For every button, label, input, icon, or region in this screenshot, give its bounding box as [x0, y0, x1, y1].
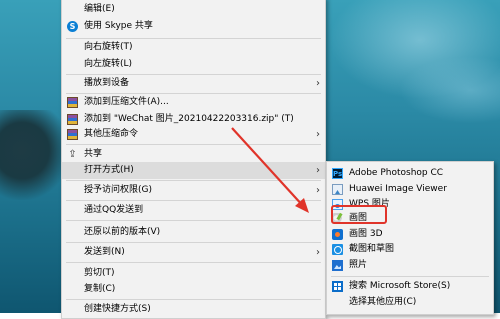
menu-item-send-to[interactable]: 发送到(N) › [62, 244, 325, 261]
menu-item-skype-share[interactable]: S 使用 Skype 共享 [62, 18, 325, 35]
menu-item-share[interactable]: ⇪ 共享 [62, 146, 325, 163]
app-label: 截图和草图 [349, 244, 395, 254]
submenu-arrow-icon: › [316, 165, 320, 176]
menu-item-label: 播放到设备 [84, 78, 130, 88]
archive-icon [67, 97, 78, 108]
menu-item-label: 复制(C) [84, 284, 116, 294]
submenu-arrow-icon: › [316, 78, 320, 89]
menu-item-label: 发送到(N) [84, 247, 125, 257]
highlight-box [331, 205, 387, 224]
menu-item-label: 创建快捷方式(S) [84, 304, 151, 314]
menu-item-rotate-left[interactable]: 向左旋转(L) [62, 56, 325, 73]
menu-item-label: 打开方式(H) [84, 165, 134, 175]
menu-item-label: 其他压缩命令 [84, 129, 139, 139]
menu-item-search-store[interactable]: 搜索 Microsoft Store(S) [327, 278, 493, 295]
menu-item-cast-to-device[interactable]: 播放到设备 › [62, 75, 325, 92]
menu-item-label: 添加到压缩文件(A)... [84, 97, 169, 107]
menu-item-label: 向右旋转(T) [84, 42, 133, 52]
menu-separator [66, 180, 321, 181]
context-menu: 编辑(E) S 使用 Skype 共享 向右旋转(T) 向左旋转(L) 播放到设… [61, 0, 326, 319]
menu-separator [66, 200, 321, 201]
menu-item-open-with[interactable]: 打开方式(H) › [62, 162, 325, 179]
snip-sketch-icon [332, 244, 343, 255]
share-icon: ⇪ [68, 149, 77, 160]
archive-icon [67, 114, 78, 125]
skype-icon: S [67, 21, 78, 32]
app-snip-sketch[interactable]: 截图和草图 [327, 241, 493, 258]
menu-item-label: 共享 [84, 149, 103, 159]
menu-separator [66, 262, 321, 263]
app-photoshop[interactable]: Ps Adobe Photoshop CC [327, 165, 493, 182]
menu-item-create-shortcut[interactable]: 创建快捷方式(S) [62, 301, 325, 318]
menu-item-label: 通过QQ发送到 [84, 205, 144, 215]
menu-separator [331, 276, 489, 277]
app-label: 选择其他应用(C) [349, 297, 417, 307]
menu-separator [66, 299, 321, 300]
menu-item-rotate-right[interactable]: 向右旋转(T) [62, 39, 325, 56]
menu-item-copy[interactable]: 复制(C) [62, 281, 325, 298]
menu-item-other-compress[interactable]: 其他压缩命令 › [62, 126, 325, 143]
menu-item-label: 还原以前的版本(V) [84, 227, 161, 237]
menu-item-restore-previous[interactable]: 还原以前的版本(V) [62, 224, 325, 241]
photos-icon [332, 260, 343, 271]
paint-3d-icon [332, 229, 343, 240]
app-label: 照片 [349, 260, 368, 270]
app-label: Adobe Photoshop CC [349, 168, 444, 178]
archive-icon [67, 129, 78, 140]
menu-separator [66, 220, 321, 221]
submenu-arrow-icon: › [316, 185, 320, 196]
menu-item-label: 向左旋转(L) [84, 59, 133, 69]
menu-item-label: 编辑(E) [84, 4, 115, 14]
store-icon [332, 281, 343, 292]
image-viewer-icon [332, 184, 343, 195]
background-elephant [0, 110, 70, 200]
menu-item-choose-other-app[interactable]: 选择其他应用(C) [327, 294, 493, 311]
menu-separator [66, 144, 321, 145]
menu-item-label: 剪切(T) [84, 268, 115, 278]
menu-item-edit[interactable]: 编辑(E) [62, 1, 325, 18]
photoshop-icon: Ps [332, 168, 343, 179]
menu-item-send-via-qq[interactable]: 通过QQ发送到 [62, 202, 325, 219]
app-photos[interactable]: 照片 [327, 257, 493, 274]
menu-separator [66, 242, 321, 243]
submenu-arrow-icon: › [316, 247, 320, 258]
submenu-arrow-icon: › [316, 129, 320, 140]
menu-item-label: 授予访问权限(G) [84, 185, 152, 195]
menu-item-cut[interactable]: 剪切(T) [62, 265, 325, 282]
app-label: 搜索 Microsoft Store(S) [349, 281, 451, 291]
menu-item-add-to-archive[interactable]: 添加到压缩文件(A)... [62, 94, 325, 111]
open-with-submenu: Ps Adobe Photoshop CC Huawei Image Viewe… [326, 161, 494, 315]
menu-item-label: 使用 Skype 共享 [84, 21, 153, 31]
menu-item-give-access[interactable]: 授予访问权限(G) › [62, 182, 325, 199]
